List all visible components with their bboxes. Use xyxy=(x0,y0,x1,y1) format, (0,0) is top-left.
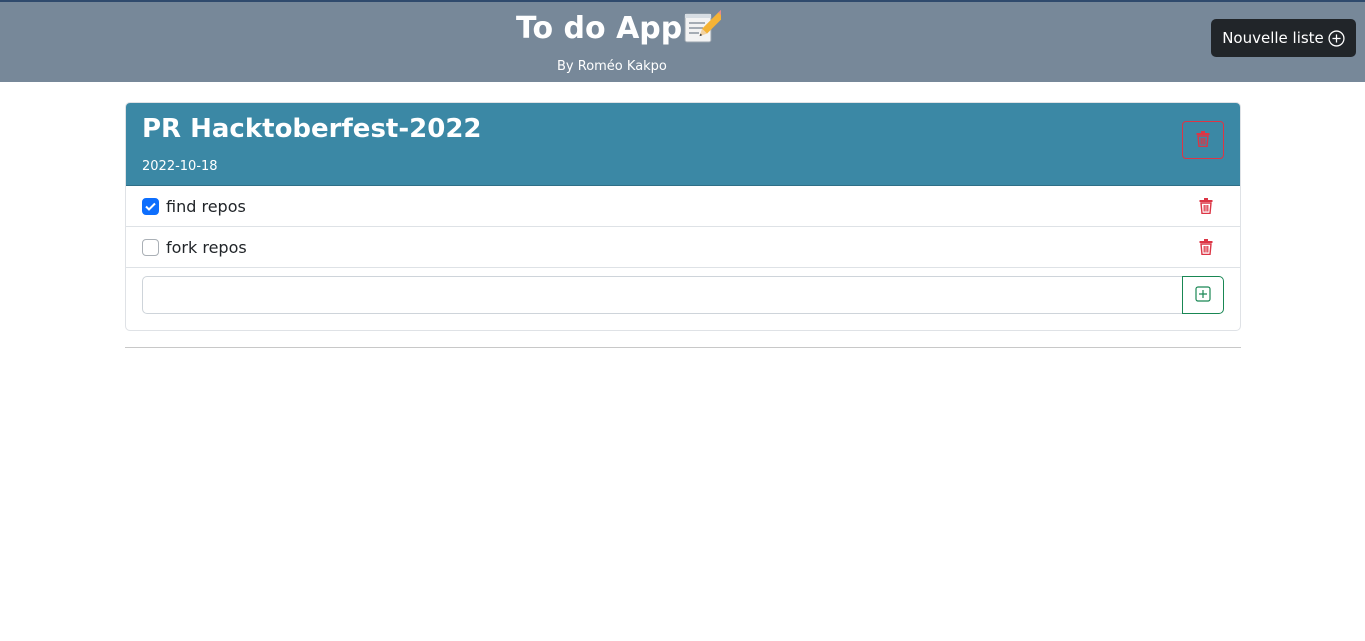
task-checkbox[interactable] xyxy=(142,197,159,215)
task-checkbox[interactable] xyxy=(142,238,159,256)
delete-task-button[interactable] xyxy=(1198,197,1214,215)
new-list-button[interactable]: Nouvelle liste xyxy=(1211,19,1356,57)
todo-list-card: PR Hacktoberfest-2022 2022-10-18 find re… xyxy=(125,102,1241,331)
divider xyxy=(125,347,1241,348)
task-label: fork repos xyxy=(166,237,247,257)
trash-icon xyxy=(1199,198,1213,214)
delete-list-button[interactable] xyxy=(1182,121,1224,159)
app-header: To do App By Roméo Kakpo Nouvelle liste xyxy=(0,0,1365,82)
plus-square-icon xyxy=(1195,285,1211,305)
app-title: To do App xyxy=(516,9,727,46)
delete-task-button[interactable] xyxy=(1198,238,1214,256)
plus-circle-icon xyxy=(1328,29,1345,47)
new-list-label: Nouvelle liste xyxy=(1222,29,1324,47)
list-title: PR Hacktoberfest-2022 xyxy=(142,114,482,144)
app-subtitle: By Roméo Kakpo xyxy=(557,59,667,74)
task-item: find repos xyxy=(126,186,1240,227)
task-item: fork repos xyxy=(126,227,1240,268)
trash-icon xyxy=(1196,130,1210,150)
new-task-input[interactable] xyxy=(142,276,1184,314)
add-task-button[interactable] xyxy=(1182,276,1224,314)
list-date: 2022-10-18 xyxy=(142,159,218,174)
list-header: PR Hacktoberfest-2022 2022-10-18 xyxy=(126,103,1240,186)
memo-icon xyxy=(683,9,727,46)
app-title-text: To do App xyxy=(516,10,683,46)
task-label: find repos xyxy=(166,196,246,216)
trash-icon xyxy=(1199,239,1213,255)
